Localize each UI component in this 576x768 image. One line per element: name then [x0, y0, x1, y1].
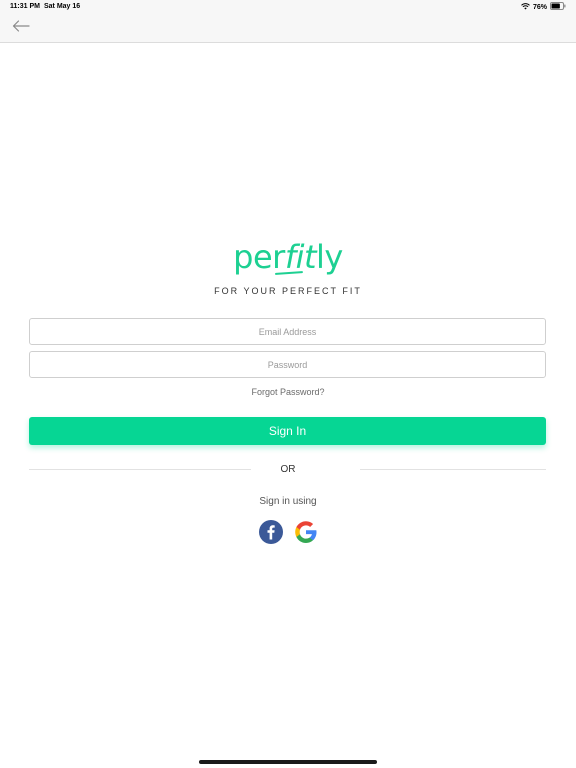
- logo-suffix: ly: [316, 238, 343, 276]
- navigation-bar: [0, 14, 576, 43]
- google-icon: [294, 520, 318, 549]
- divider-right: [360, 469, 546, 470]
- battery-icon: [550, 2, 566, 12]
- email-field[interactable]: [29, 318, 546, 345]
- logo-wordmark: perfitly: [233, 238, 343, 276]
- status-time: 11:31 PM: [10, 3, 40, 10]
- wifi-icon: [521, 2, 530, 12]
- password-field[interactable]: [29, 351, 546, 378]
- back-button[interactable]: [10, 18, 32, 38]
- sign-in-button[interactable]: Sign In: [29, 417, 546, 445]
- status-bar: 11:31 PM Sat May 16 76%: [0, 0, 576, 14]
- login-screen: 11:31 PM Sat May 16 76% perfitly FOR YOU…: [0, 0, 576, 768]
- status-date: Sat May 16: [44, 3, 81, 10]
- forgot-password-link[interactable]: Forgot Password?: [0, 387, 576, 397]
- google-login-button[interactable]: [294, 520, 318, 549]
- brand-logo: perfitly: [0, 238, 576, 276]
- facebook-login-button[interactable]: [259, 519, 283, 549]
- brand-tagline: FOR YOUR PERFECT FIT: [214, 286, 362, 296]
- facebook-icon: [259, 519, 283, 549]
- back-arrow-icon: [12, 19, 30, 37]
- battery-percent: 76%: [532, 3, 547, 11]
- home-indicator[interactable]: [199, 760, 377, 764]
- sign-in-using-label: Sign in using: [259, 496, 317, 507]
- status-indicators: 76%: [521, 2, 566, 12]
- social-login-row: [259, 519, 318, 549]
- logo-prefix: per: [233, 238, 285, 276]
